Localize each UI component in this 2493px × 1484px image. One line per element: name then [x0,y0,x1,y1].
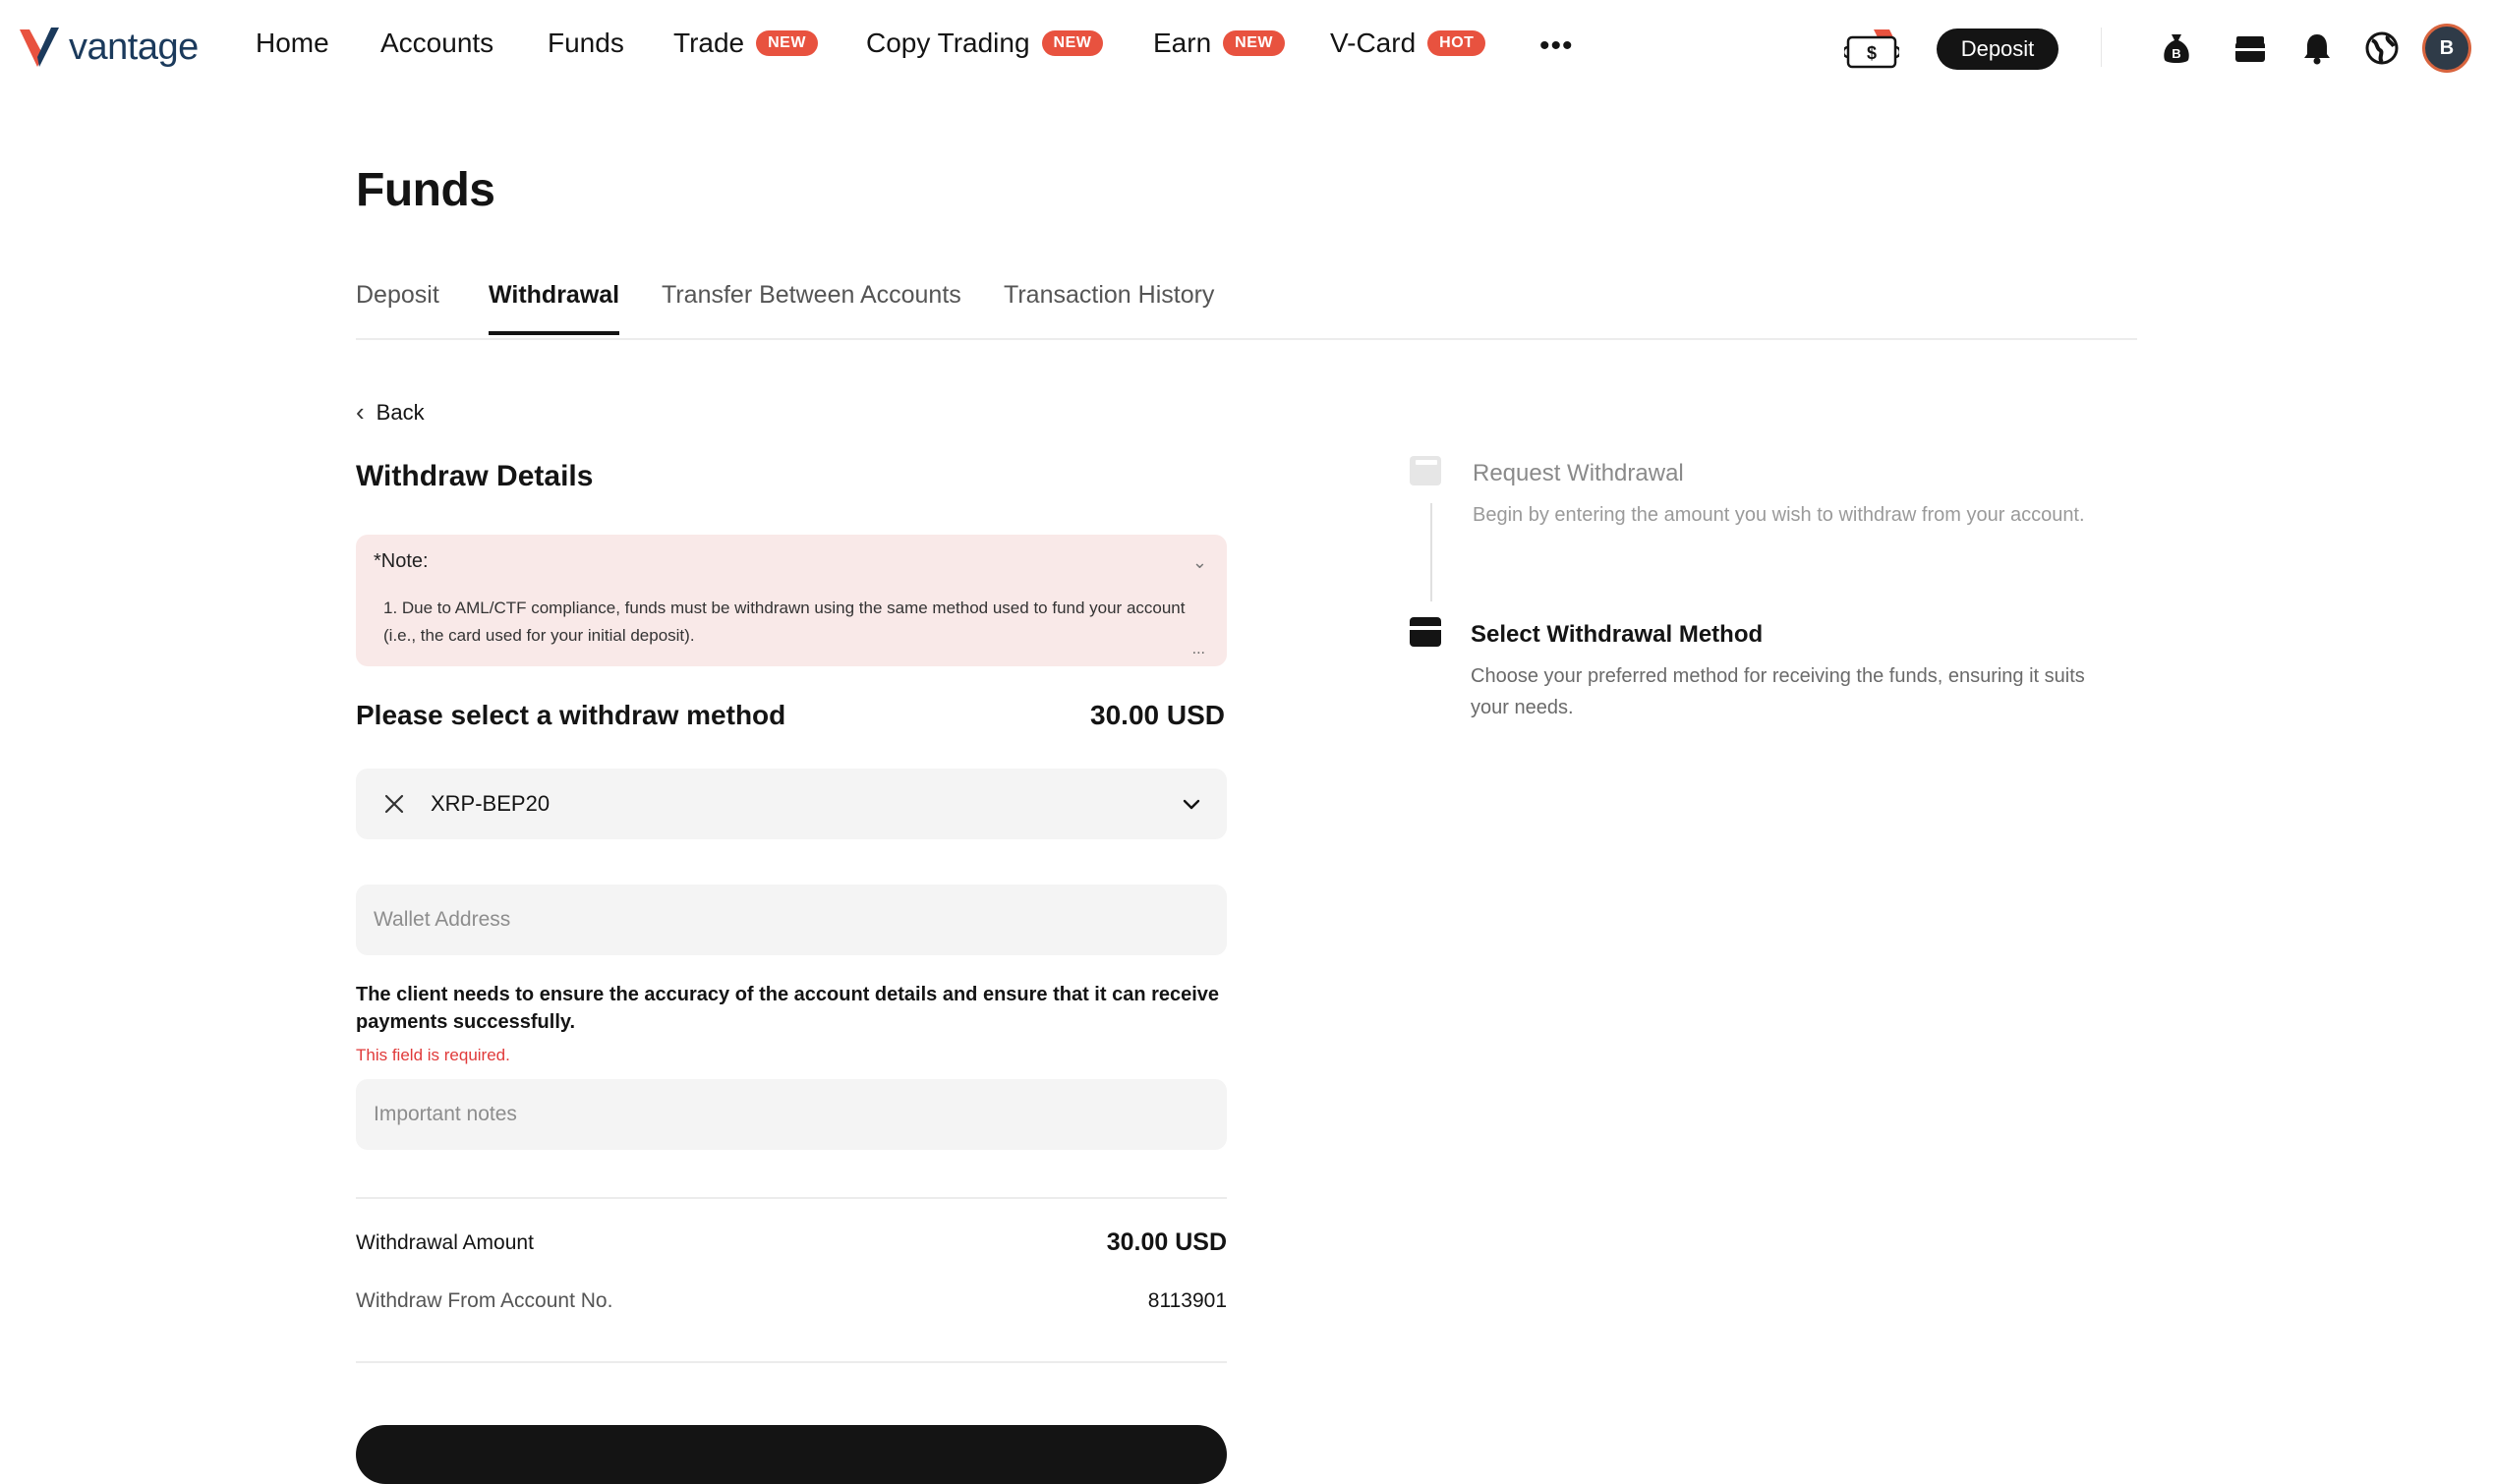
chevron-down-icon [1183,799,1200,810]
compliance-note[interactable]: *Note: ⌄ 1. Due to AML/CTF compliance, f… [356,535,1227,666]
bell-icon[interactable] [2298,29,2336,67]
top-navigation: vantage Home Accounts Funds Trade NEW Co… [0,0,2493,96]
summary-divider-bottom [356,1361,1227,1363]
funds-tabs: Deposit Withdrawal Transfer Between Acco… [356,281,2137,340]
withdraw-method-prompt: Please select a withdraw method [356,700,786,730]
nav-home-label: Home [256,28,329,58]
tab-transfer-between-accounts[interactable]: Transfer Between Accounts [662,281,961,331]
cash-icon[interactable]: $ [1844,26,1899,73]
nav-trade[interactable]: Trade NEW [673,28,818,59]
note-expand-ellipsis[interactable]: ... [1192,641,1205,658]
wallet-icon [1410,456,1441,485]
nav-trade-label: Trade [673,28,745,58]
nav-separator [2101,28,2102,67]
money-bag-icon[interactable]: B [2158,29,2195,67]
back-label: Back [376,399,425,425]
withdraw-account-value: 8113901 [1147,1289,1227,1312]
avatar-initial: B [2439,36,2455,59]
new-badge: NEW [1041,30,1104,56]
svg-text:B: B [2172,46,2180,61]
hot-badge: HOT [1427,30,1486,56]
logo-text: vantage [69,26,199,68]
nav-earn[interactable]: Earn NEW [1153,28,1285,59]
nav-home[interactable]: Home [256,28,329,59]
step-connector [1430,503,1432,601]
card-icon [1410,617,1441,647]
nav-accounts[interactable]: Accounts [380,28,493,59]
withdrawal-amount-value: 30.00 USD [1106,1228,1227,1256]
withdraw-details-title: Withdraw Details [356,460,594,492]
new-badge: NEW [1223,30,1285,56]
tab-transaction-history[interactable]: Transaction History [1004,281,1214,331]
vantage-logo[interactable]: vantage [18,24,199,71]
more-menu-icon[interactable]: ••• [1539,29,1574,63]
submit-withdrawal-button[interactable] [356,1425,1227,1484]
nav-copy-trading[interactable]: Copy Trading NEW [866,28,1104,59]
withdraw-method-select[interactable]: XRP-BEP20 [356,769,1227,839]
accuracy-warning: The client needs to ensure the accuracy … [356,984,1220,1033]
nav-accounts-label: Accounts [380,28,494,58]
important-notes-input[interactable] [356,1079,1227,1150]
nav-copy-trading-label: Copy Trading [866,28,1030,58]
globe-icon[interactable] [2363,29,2401,67]
svg-text:$: $ [1867,43,1877,63]
withdrawal-amount-row: Withdrawal Amount 30.00 USD [356,1228,1227,1257]
nav-v-card[interactable]: V-Card HOT [1330,28,1486,59]
note-title: *Note: [374,550,429,572]
withdrawal-amount-label: Withdrawal Amount [356,1230,534,1254]
note-text: 1. Due to AML/CTF compliance, funds must… [383,599,1186,645]
wallet-icon[interactable] [2232,29,2269,67]
nav-v-card-label: V-Card [1330,28,1417,58]
chevron-down-icon[interactable]: ⌄ [1192,552,1207,573]
tab-deposit[interactable]: Deposit [356,281,439,331]
withdraw-account-row: Withdraw From Account No. 8113901 [356,1289,1227,1313]
back-link[interactable]: ‹ Back [356,397,425,428]
field-required-error: This field is required. [356,1046,510,1064]
nav-funds[interactable]: Funds [548,28,624,59]
wallet-address-input[interactable] [356,885,1227,955]
avatar[interactable]: B [2422,24,2471,73]
vantage-logo-icon [20,28,59,67]
withdraw-account-label: Withdraw From Account No. [356,1289,613,1312]
withdraw-method-amount: 30.00 USD [1090,700,1225,730]
nav-earn-label: Earn [1153,28,1212,58]
step-title: Select Withdrawal Method [1471,621,1764,648]
step-title: Request Withdrawal [1473,460,1684,486]
nav-funds-label: Funds [548,28,624,58]
step-description: Begin by entering the amount you wish to… [1473,504,2085,526]
step-description: Choose your preferred method for receivi… [1471,665,2085,718]
deposit-button[interactable]: Deposit [1937,29,2058,70]
chevron-left-icon: ‹ [356,397,365,427]
new-badge: NEW [756,30,818,56]
summary-divider-top [356,1197,1227,1199]
xrp-icon [379,789,409,819]
page-title: Funds [356,164,495,216]
tab-withdrawal[interactable]: Withdrawal [489,281,620,335]
selected-method-value: XRP-BEP20 [431,791,551,816]
